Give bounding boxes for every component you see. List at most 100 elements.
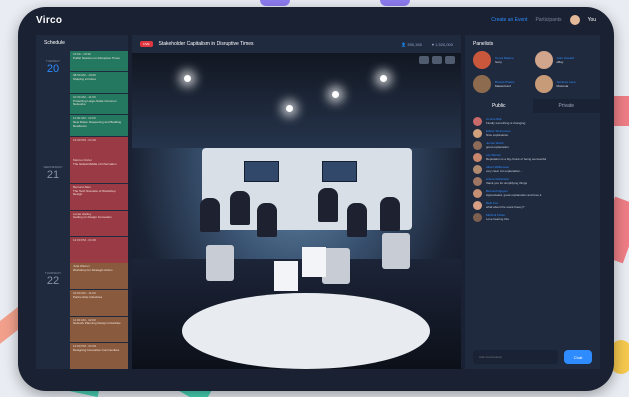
event-title: The Tech Scenario of Workshop Design — [73, 188, 116, 197]
panelist-card[interactable]: Terrance Lane Motorola — [534, 75, 593, 93]
day-label[interactable]: WEDNESDAY 21 — [36, 157, 70, 263]
event-time: 08:30 AM - 10:00 — [73, 73, 96, 78]
event-card[interactable]: 08:30 AM - 10:00 Shaping a Future — [70, 72, 128, 93]
event-card[interactable]: 11:00 AM - 12:00 Network Planning Design … — [70, 316, 128, 343]
fullscreen-icon[interactable] — [432, 56, 442, 64]
chat-message: Lily Warren Reputation is a big chunk of … — [473, 153, 592, 162]
chat-avatar — [473, 117, 482, 126]
panelist-company: Sony — [495, 60, 502, 64]
chat-tabs: Public Private — [465, 99, 600, 113]
chat-message-body: Bernard Nguyen Appreciated, great explana… — [486, 189, 542, 198]
event-card[interactable]: 12:00 PM - 01:00 Designing Innovative Com… — [70, 343, 128, 369]
day-label[interactable]: TUESDAY 20 — [36, 51, 70, 157]
day-label[interactable]: THURSDAY 22 — [36, 263, 70, 369]
schedule-day: THURSDAY 22 Julia Warren Workshop for Str… — [36, 263, 128, 369]
panelist-card[interactable]: Juan Howard eBay — [534, 51, 593, 69]
chat-avatar — [473, 129, 482, 138]
event-card[interactable]: Bernard Allen The Tech Scenario of Worksh… — [70, 183, 128, 210]
day-number: 21 — [46, 169, 60, 181]
like-count-value: 1,520,000 — [435, 41, 453, 47]
day-events: 10:00 - 10:30 Public Session on Disruptiv… — [70, 51, 128, 158]
event-card[interactable]: 12:00 PM - 01:00 — [70, 237, 128, 263]
user-name[interactable]: You — [588, 17, 596, 23]
stage-chair — [206, 245, 234, 281]
event-card[interactable]: Julia Warren Workshop for Strategic Actio… — [70, 263, 128, 289]
panelist-silhouette — [230, 191, 250, 225]
video-header: LIVE Stakeholder Capitalism in Disruptiv… — [132, 35, 461, 53]
day-number: 22 — [46, 275, 60, 287]
event-card[interactable]: Marcus Fisher The Global Middle of Inform… — [70, 157, 128, 183]
chat-message: Albert Williamson very clear cut explanat… — [473, 165, 592, 174]
stage-light — [380, 75, 387, 82]
top-actions: Create an Event Participants You — [491, 15, 596, 25]
create-event-link[interactable]: Create an Event — [491, 17, 527, 23]
screenshot-stage: Virco Create an Event Participants You S… — [0, 0, 629, 397]
right-panel: Panelists Tonya Malone Sony Juan Howard eB… — [465, 35, 600, 369]
event-time: 10:30 AM - 11:00 — [73, 94, 96, 99]
video-ceiling — [132, 53, 461, 148]
event-card[interactable]: 12:00 PM - 01:00 — [70, 136, 128, 158]
video-player[interactable] — [132, 53, 461, 369]
event-title: Workshop for Strategic Action — [73, 267, 113, 272]
event-time: 12:00 PM - 01:00 — [73, 238, 97, 243]
event-time: Julia Warren — [73, 264, 90, 268]
tab-public[interactable]: Public — [465, 99, 533, 113]
panelist-avatar — [473, 51, 491, 69]
panelist-card[interactable]: Tonya Malone Sony — [473, 51, 531, 69]
chat-text: Appreciated, great explanation and love … — [486, 193, 543, 197]
chat-input[interactable] — [473, 350, 558, 364]
panelist-card[interactable]: Brooks Phelps MasterCard — [473, 75, 531, 93]
schedule-day: TUESDAY 20 10:00 - 10:30 Public Session o… — [36, 51, 128, 158]
event-time: 10:00 AM - 11:00 — [73, 290, 96, 295]
panelist-avatar — [473, 75, 491, 93]
chat-message: Beth Fox what about the stock theory? — [473, 201, 592, 210]
chat-send-button[interactable]: Chat — [564, 350, 592, 364]
chat-avatar — [473, 153, 482, 162]
user-avatar[interactable] — [569, 15, 580, 25]
top-bar: Virco Create an Event Participants You — [18, 7, 614, 33]
event-title: New Rules: Deepening and Building Resili… — [73, 119, 122, 128]
chat-message-body: Arlene Robertson thank you for simplifyin… — [486, 177, 527, 186]
viewer-count-value: 355,158 — [407, 41, 422, 47]
event-card[interactable]: 10:00 AM - 11:00 Partnership Industries — [70, 289, 128, 316]
heart-icon: ♥ — [431, 41, 435, 47]
stage-platform — [182, 293, 430, 369]
event-time: Lucas Hartley — [73, 211, 92, 216]
video-panel: LIVE Stakeholder Capitalism in Disruptiv… — [132, 35, 461, 369]
schedule-sidebar: Schedule TUESDAY 20 10:00 - 10:30 Public … — [36, 35, 128, 369]
app-logo[interactable]: Virco — [36, 15, 62, 26]
event-card[interactable]: 10:00 - 10:30 Public Session on Disruptiv… — [70, 51, 128, 72]
tab-private[interactable]: Private — [533, 99, 601, 113]
panelist-avatar — [534, 51, 553, 69]
event-time: Marcus Fisher — [73, 158, 93, 162]
chat-avatar — [473, 201, 482, 210]
event-card[interactable]: 11:00 AM - 12:00 New Rules: Deepening and… — [70, 115, 128, 136]
stage-chair — [382, 233, 410, 269]
stage-light — [286, 105, 293, 112]
decor-shape — [380, 0, 410, 6]
event-time: 11:00 AM - 12:00 — [73, 116, 96, 121]
stage-light — [184, 75, 191, 82]
event-card[interactable]: Lucas Hartley Getting on Design Innovatio… — [70, 210, 128, 237]
chat-text: very clear cut explanation... — [486, 169, 523, 173]
participants-link[interactable]: Participants — [535, 17, 561, 23]
chat-text: thank you for simplifying things — [486, 181, 528, 185]
pip-icon[interactable] — [419, 56, 429, 64]
chat-avatar — [473, 141, 482, 150]
event-title: Shaping a Future — [73, 77, 97, 82]
chat-text: what about the stock theory? — [486, 205, 525, 209]
panelist-silhouette — [257, 203, 277, 237]
chat-message-body: Albert Williamson very clear cut explanat… — [486, 165, 523, 174]
chat-text: good explanation — [486, 145, 509, 149]
event-time: 12:00 PM - 01:00 — [73, 344, 97, 349]
event-time: 12:00 PM - 01:00 — [73, 137, 97, 142]
panelist-info: Brooks Phelps MasterCard — [495, 80, 514, 88]
more-icon[interactable] — [445, 56, 455, 64]
video-stats: 👤 355,158 ♥ 1,520,000 — [401, 42, 453, 47]
event-title: Getting on Design Innovation — [73, 215, 112, 220]
panelist-silhouette — [347, 203, 367, 237]
video-controls — [419, 56, 455, 64]
event-card[interactable]: 10:30 AM - 11:00 Protecting Large-Scale C… — [70, 93, 128, 115]
day-events: Julia Warren Workshop for Strategic Actio… — [70, 263, 128, 369]
chat-message: Mitchell Fisher Love hearing this — [473, 213, 592, 222]
